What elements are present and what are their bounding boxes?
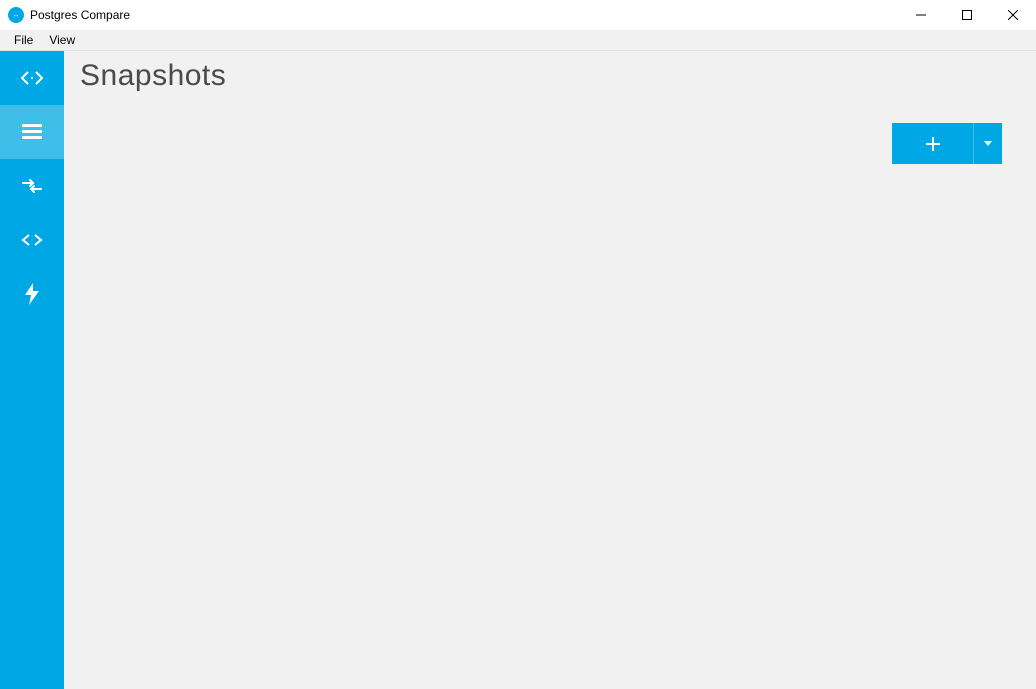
compare-arrows-icon — [19, 69, 45, 87]
sidebar-item-merge[interactable] — [0, 159, 64, 213]
merge-arrows-icon — [21, 179, 43, 193]
list-lines-icon — [22, 124, 42, 140]
main-content: Snapshots — [64, 51, 1036, 689]
title-bar-left: ↔ Postgres Compare — [8, 7, 130, 23]
add-snapshot-split-button — [892, 123, 1002, 164]
sidebar — [0, 51, 64, 689]
minimize-button[interactable] — [898, 0, 944, 30]
app-icon-glyph: ↔ — [13, 12, 20, 19]
window-controls — [898, 0, 1036, 30]
close-button[interactable] — [990, 0, 1036, 30]
maximize-button[interactable] — [944, 0, 990, 30]
add-snapshot-button[interactable] — [892, 123, 974, 164]
sidebar-item-deploy[interactable] — [0, 267, 64, 321]
menu-file[interactable]: File — [6, 31, 41, 49]
sidebar-item-snapshots[interactable] — [0, 105, 64, 159]
window-title: Postgres Compare — [30, 8, 130, 22]
code-brackets-icon — [21, 233, 43, 247]
sidebar-item-comparisons[interactable] — [0, 51, 64, 105]
menu-view[interactable]: View — [41, 31, 83, 49]
body-area: Snapshots — [0, 51, 1036, 689]
maximize-icon — [962, 10, 972, 20]
add-snapshot-dropdown[interactable] — [974, 123, 1002, 164]
sidebar-item-diff[interactable] — [0, 213, 64, 267]
caret-down-icon — [984, 141, 992, 146]
page-title: Snapshots — [80, 59, 226, 93]
title-bar: ↔ Postgres Compare — [0, 0, 1036, 30]
close-icon — [1008, 10, 1018, 20]
minimize-icon — [916, 10, 926, 20]
app-icon: ↔ — [8, 7, 24, 23]
menu-bar: File View — [0, 30, 1036, 51]
plus-icon — [925, 136, 941, 152]
lightning-bolt-icon — [25, 283, 39, 305]
